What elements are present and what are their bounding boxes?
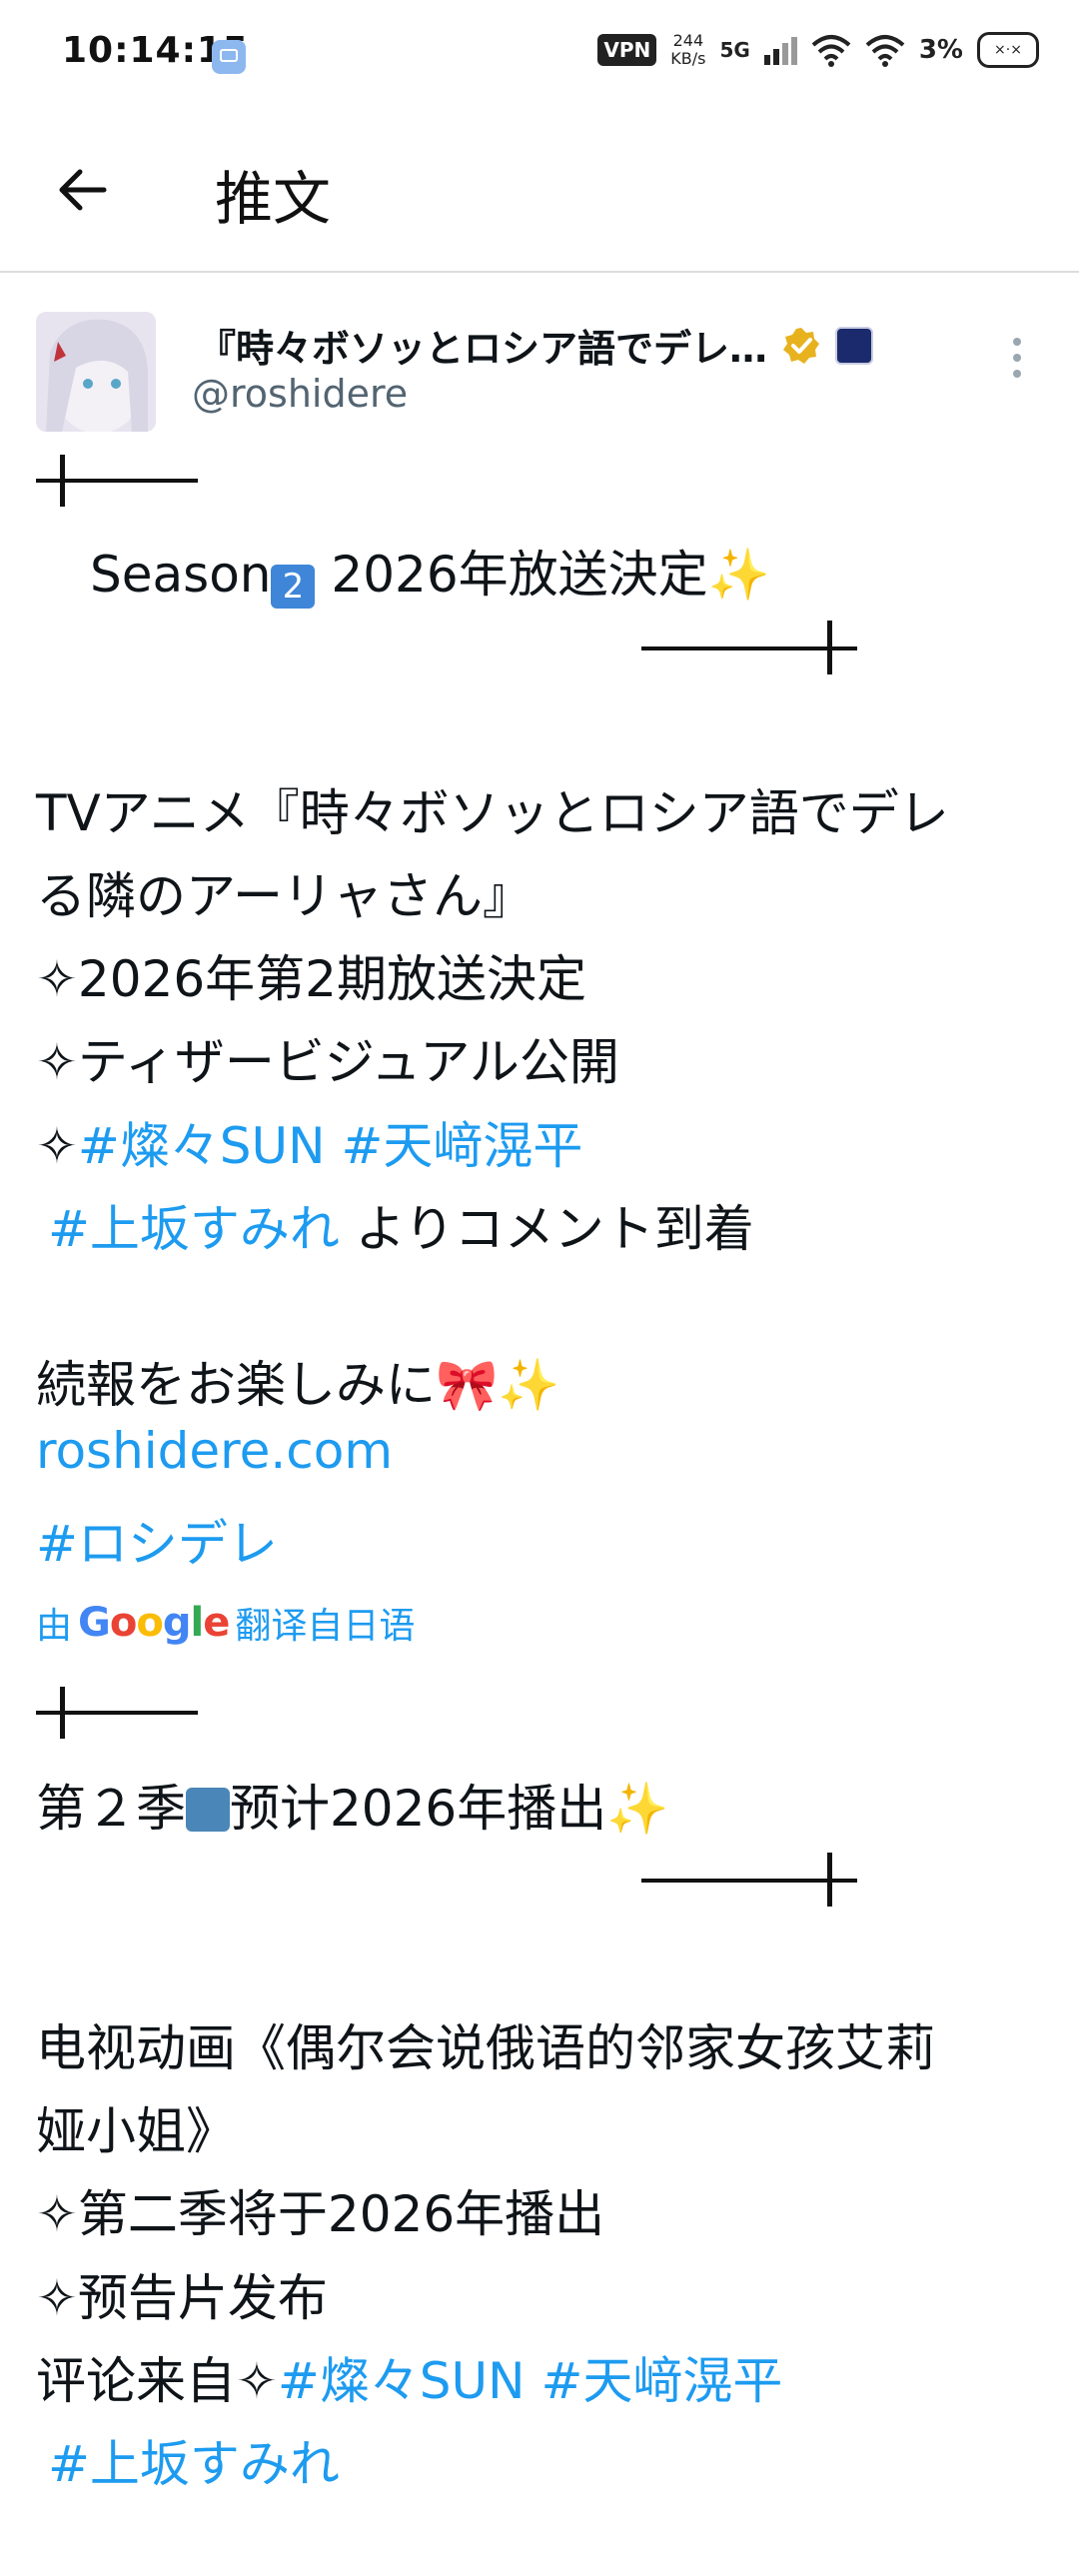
- tweet-line: ✧预告片发布: [36, 2269, 328, 2327]
- decor-tick: [60, 1687, 65, 1739]
- decor-tick: [827, 621, 832, 674]
- decor-tick: [827, 1853, 832, 1907]
- affiliate-badge-icon: [835, 326, 874, 365]
- sparkles-icon: ✨: [498, 1356, 560, 1414]
- hashtag-link[interactable]: #天﨑滉平: [341, 1117, 582, 1175]
- tweet-line: 続報をお楽しみに🎀✨: [36, 1356, 560, 1414]
- wifi-icon-2: [865, 35, 905, 67]
- tweet-line: #上坂すみれ: [48, 2424, 340, 2496]
- tweet-line: 评论来自✧#燦々SUN #天﨑滉平: [36, 2352, 783, 2410]
- author-handle[interactable]: @roshidere: [192, 372, 408, 416]
- author-display-name[interactable]: 『時々ボソッとロシア語でデレ…: [198, 318, 767, 373]
- translated-season-line: 第２季 预计2026年播出✨: [36, 1780, 669, 1838]
- sparkles-icon: ✨: [606, 1780, 669, 1838]
- avatar[interactable]: [36, 312, 156, 432]
- keycap-two-icon: 2: [271, 565, 316, 609]
- google-logo: Google: [78, 1600, 230, 1646]
- season-line: Season 2 2026年放送決定✨: [90, 546, 770, 609]
- network-speed: 244 KB/s: [670, 31, 706, 68]
- verified-badge-icon: [783, 327, 820, 364]
- more-options-icon[interactable]: [1011, 336, 1023, 380]
- page-title: 推文: [215, 165, 332, 233]
- network-type: 5G: [719, 38, 750, 62]
- tweet-line: ✧ティザービジュアル公開: [36, 1033, 619, 1091]
- battery-icon: ×·×: [977, 32, 1039, 68]
- ribbon-icon: 🎀: [436, 1356, 499, 1414]
- hashtag-link[interactable]: #燦々SUN: [78, 1117, 326, 1175]
- tweet-line: ✧#燦々SUN #天﨑滉平: [36, 1117, 583, 1175]
- hashtag-link[interactable]: #天﨑滉平: [540, 2352, 782, 2410]
- blue-square-icon: [186, 1788, 230, 1832]
- hashtag-link[interactable]: #ロシデレ: [36, 1504, 278, 1576]
- hashtag-link[interactable]: #上坂すみれ: [48, 1200, 340, 1258]
- wifi-icon: [811, 35, 851, 67]
- tweet-line: #上坂すみれ よりコメント到着: [48, 1200, 754, 1258]
- tweet-line: る隣のアーリャさん』: [36, 867, 533, 925]
- decor-line: [641, 646, 857, 650]
- author-name-row[interactable]: 『時々ボソッとロシア語でデレ…: [198, 318, 874, 373]
- notification-icon: [212, 40, 246, 74]
- vpn-icon: VPN: [597, 34, 657, 66]
- tweet-line: ✧2026年第2期放送決定: [36, 950, 586, 1008]
- battery-percent: 3%: [918, 35, 963, 65]
- decor-line: [641, 1879, 857, 1883]
- website-link[interactable]: roshidere.com: [36, 1422, 393, 1480]
- translation-attribution[interactable]: 由 Google 翻译自日语: [36, 1597, 415, 1649]
- signal-icon: [763, 35, 797, 65]
- hashtag-link[interactable]: #上坂すみれ: [48, 2435, 340, 2493]
- decor-tick: [60, 455, 65, 507]
- sparkles-icon: ✨: [707, 546, 770, 604]
- app-bar: 推文: [0, 110, 1079, 273]
- status-icons: VPN 244 KB/s 5G 3% ×·×: [597, 32, 1039, 68]
- back-arrow-icon[interactable]: [52, 160, 112, 220]
- tweet-line: TVアニメ『時々ボソッとロシア語でデレ: [36, 784, 949, 842]
- tweet-line: 娅小姐》: [36, 2102, 236, 2160]
- tweet-line: 电视动画《偶尔会说俄语的邻家女孩艾莉: [36, 2019, 935, 2077]
- status-bar: 10:14:15 VPN 244 KB/s 5G 3% ×·×: [0, 0, 1079, 110]
- hashtag-link[interactable]: #燦々SUN: [278, 2352, 526, 2410]
- tweet-line: ✧第二季将于2026年播出: [36, 2185, 605, 2243]
